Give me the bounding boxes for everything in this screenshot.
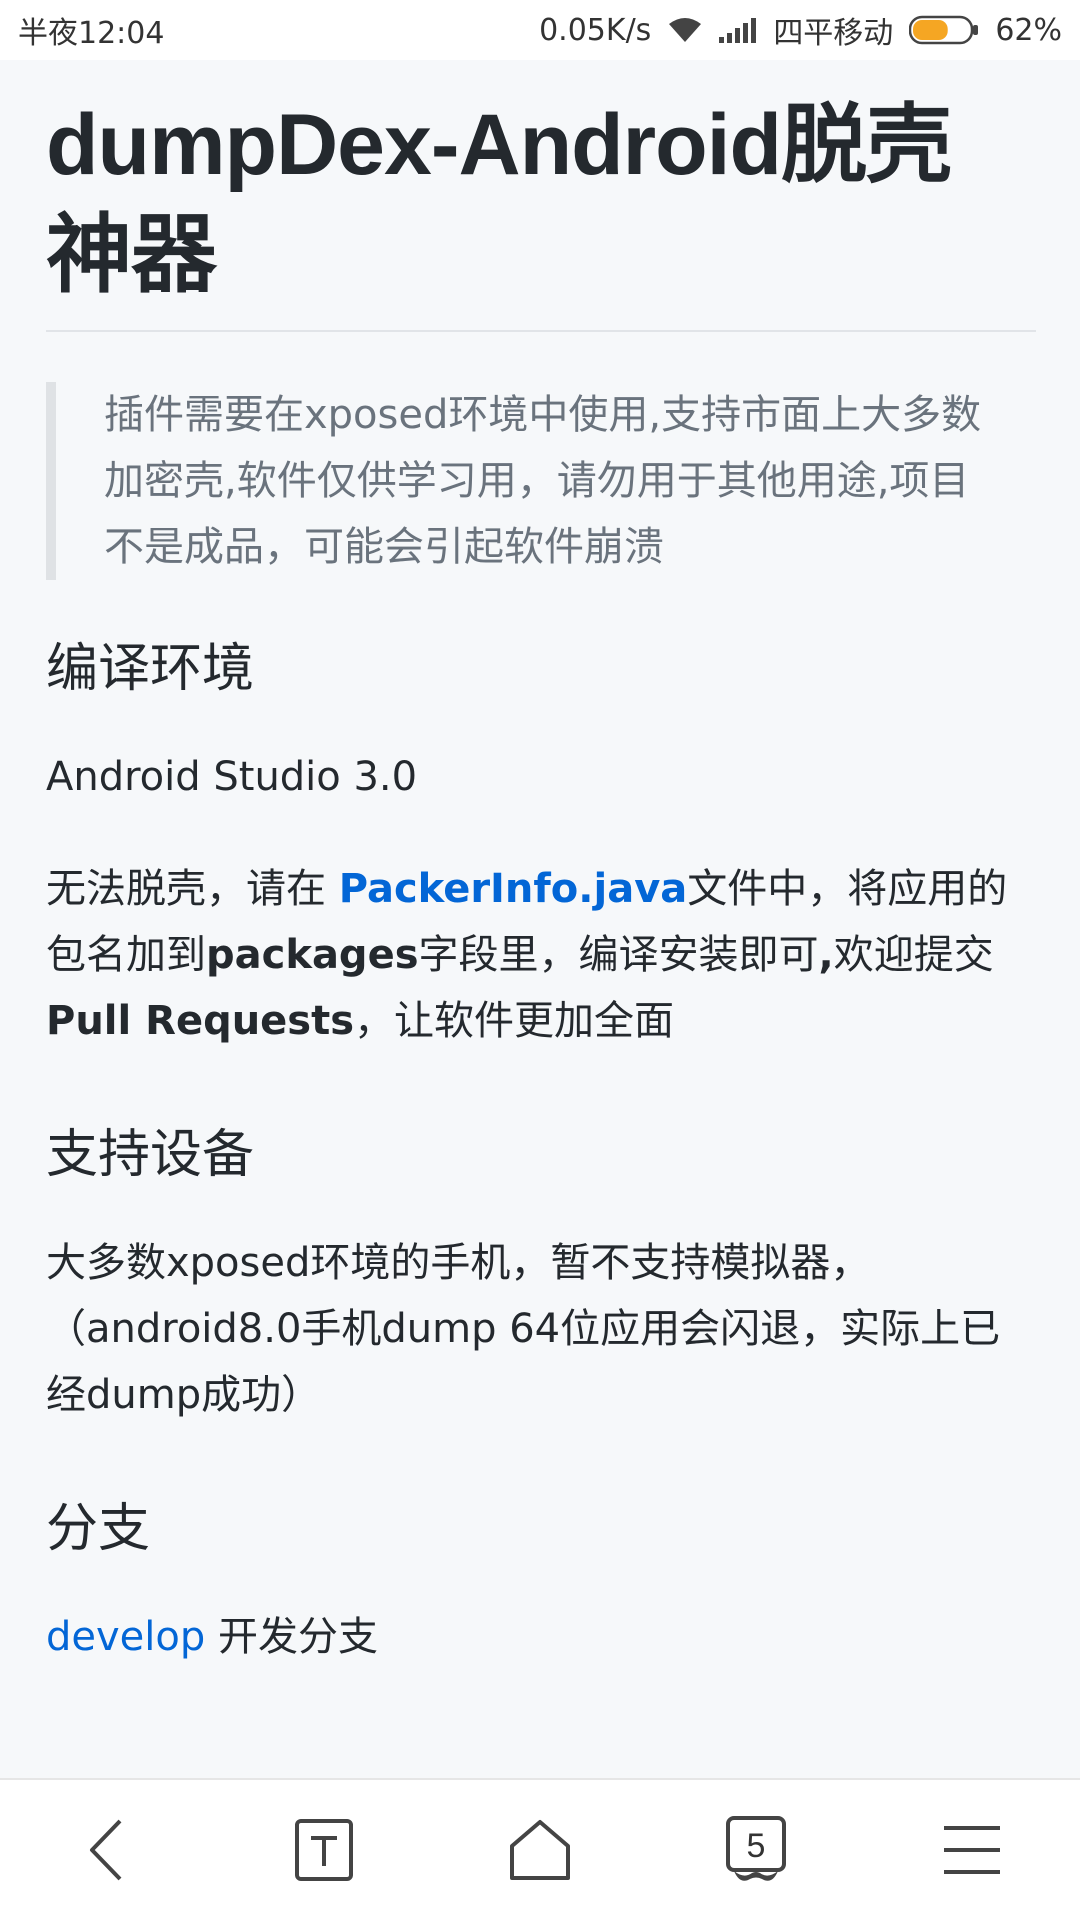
build-instructions: 无法脱壳，请在 PackerInfo.java文件中，将应用的包名加到packa… — [46, 856, 1036, 1054]
status-time: 半夜12:04 — [18, 16, 165, 51]
notice-blockquote: 插件需要在xposed环境中使用,支持市面上大多数加密壳,软件仅供学习用，请勿用… — [46, 382, 1004, 580]
instructions-text-4: 欢迎提交 — [833, 932, 994, 978]
title-divider — [46, 330, 1036, 332]
bottom-nav: 5 — [0, 1778, 1080, 1920]
home-button[interactable] — [480, 1790, 600, 1910]
network-speed: 0.05K/s — [539, 12, 652, 48]
packerinfo-link[interactable]: PackerInfo.java — [339, 866, 688, 912]
heading-build-env: 编译环境 — [46, 639, 255, 699]
status-bar: 半夜12:04 0.05K/s 四平移动 62% — [0, 0, 1080, 60]
wifi-icon — [667, 16, 703, 44]
status-right: 0.05K/s 四平移动 62% — [539, 8, 1062, 52]
text-mode-button[interactable] — [264, 1790, 384, 1910]
develop-branch-link[interactable]: develop — [46, 1614, 205, 1660]
instructions-comma: , — [818, 932, 834, 978]
back-icon — [90, 1819, 122, 1881]
battery-percent: 62% — [995, 12, 1062, 48]
home-icon — [510, 1820, 570, 1880]
tabs-count: 5 — [747, 1827, 766, 1865]
pull-requests-keyword: Pull Requests — [46, 998, 355, 1044]
tabs-button[interactable]: 5 — [696, 1790, 816, 1910]
develop-branch-desc: 开发分支 — [205, 1614, 378, 1660]
signal-icon — [719, 17, 757, 43]
battery-icon — [909, 15, 979, 45]
branches-text: develop 开发分支 — [46, 1604, 1036, 1670]
devices-text: 大多数xposed环境的手机，暂不支持模拟器，（android8.0手机dump… — [46, 1240, 1001, 1418]
menu-icon — [944, 1826, 1000, 1874]
instructions-text-1: 无法脱壳，请在 — [46, 866, 339, 912]
packages-keyword: packages — [206, 932, 419, 978]
build-env-text: Android Studio 3.0 — [46, 754, 418, 800]
tabs-icon: 5 — [726, 1816, 786, 1881]
instructions-text-5: ，让软件更加全面 — [354, 998, 675, 1044]
heading-devices: 支持设备 — [46, 1125, 255, 1185]
instructions-text-3: 字段里，编译安装即可 — [418, 932, 819, 978]
back-button[interactable] — [48, 1790, 168, 1910]
text-mode-icon — [295, 1819, 353, 1881]
page-title: dumpDex-Android脱壳神器 — [46, 97, 952, 303]
article-content: dumpDex-Android脱壳神器 插件需要在xposed环境中使用,支持市… — [46, 60, 1036, 1670]
heading-branches: 分支 — [46, 1499, 151, 1559]
carrier-name: 四平移动 — [773, 16, 894, 51]
menu-button[interactable] — [912, 1790, 1032, 1910]
notice-text: 插件需要在xposed环境中使用,支持市面上大多数加密壳,软件仅供学习用，请勿用… — [104, 392, 982, 570]
